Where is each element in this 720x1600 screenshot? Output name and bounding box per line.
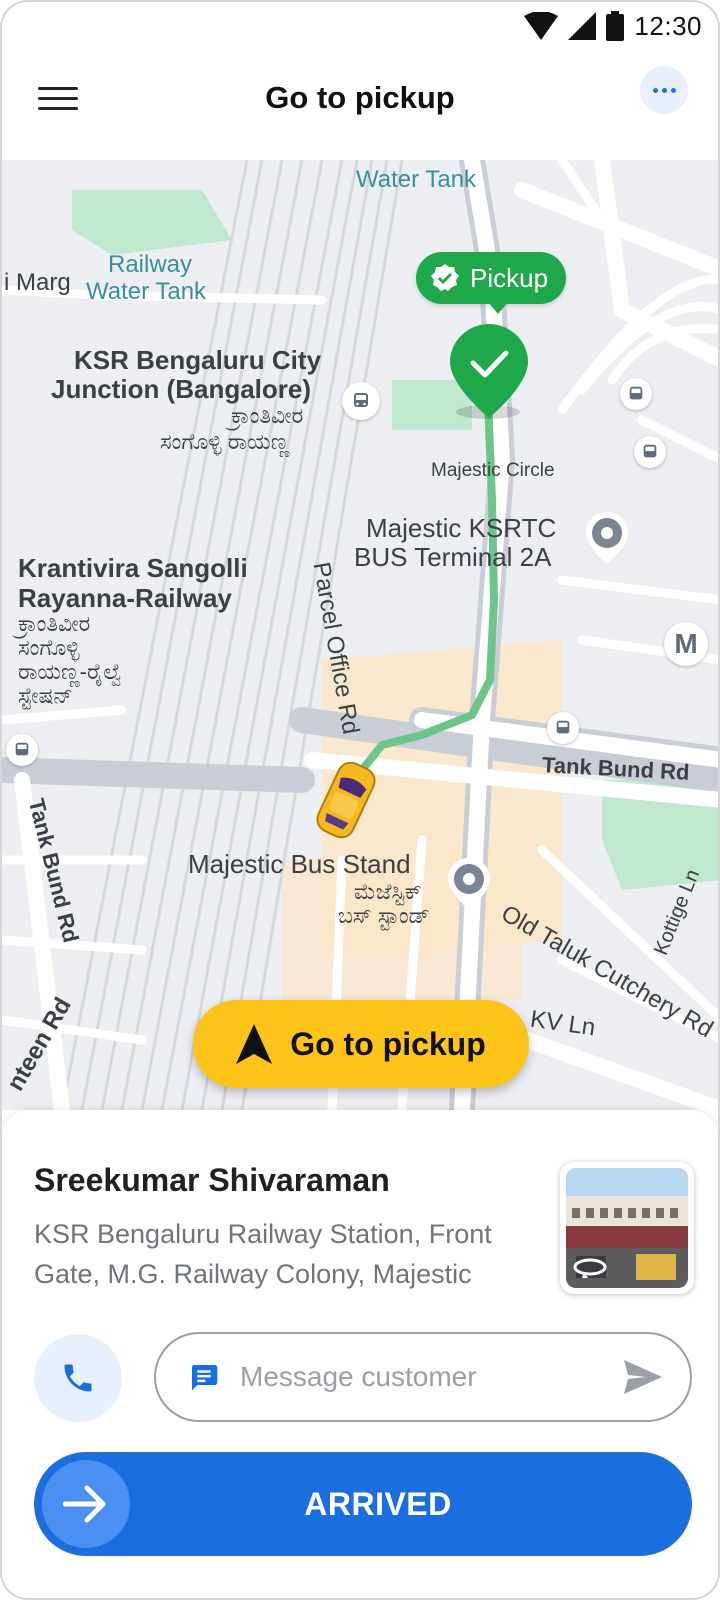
map-label: ಸ್ಟೇಷನ್: [18, 683, 73, 708]
pickup-chip-label: Pickup: [470, 262, 549, 293]
menu-icon-bar: [38, 106, 78, 110]
bus-icon[interactable]: [634, 436, 666, 468]
map-label: ಕ್ರಾಂತಿವೀರ: [231, 403, 304, 428]
more-icon-dot: [652, 87, 658, 93]
arrived-label: ARRIVED: [304, 1486, 452, 1522]
go-to-pickup-button[interactable]: Go to pickup: [193, 1000, 529, 1088]
map-label: ಸಂಗೊಳ್ಳಿ: [18, 635, 80, 660]
place-icon[interactable]: [586, 512, 628, 564]
wifi-icon: [524, 12, 559, 40]
bus-icon[interactable]: [547, 712, 579, 744]
place-thumbnail[interactable]: [560, 1162, 694, 1294]
map-label: BUS Terminal 2A: [354, 542, 552, 572]
menu-icon-bar: [38, 96, 78, 100]
map-label: Majestic KSRTC: [366, 513, 557, 543]
map-label: Water Tank: [86, 278, 207, 305]
more-icon-dot: [670, 87, 676, 93]
status-time: 12:30: [634, 10, 702, 41]
page-title: Go to pickup: [265, 80, 455, 115]
bus-icon[interactable]: [342, 382, 380, 420]
pickup-pin[interactable]: [450, 324, 528, 418]
metro-label: M: [674, 628, 698, 659]
pickup-address: KSR Bengaluru Railway Station, Front Gat…: [34, 1219, 492, 1289]
pickup-chip[interactable]: Pickup: [416, 252, 567, 314]
trip-bottom-sheet: Sreekumar Shivaraman KSR Bengaluru Railw…: [2, 1110, 718, 1598]
bus-icon[interactable]: [620, 378, 652, 410]
phone-frame: 12:30 Go to pickup Water Tank Railway Wa…: [0, 0, 720, 1600]
signal-icon: [568, 12, 597, 40]
bus-icon[interactable]: [6, 734, 38, 766]
place-photo: [566, 1168, 688, 1288]
menu-icon-bar: [38, 86, 78, 90]
map-view[interactable]: Water Tank Railway Water Tank i Marg KSR…: [2, 160, 718, 1110]
message-customer-field[interactable]: [154, 1332, 692, 1422]
menu-button[interactable]: [38, 78, 78, 118]
map-label: ಸಂಗೊಳ್ಳಿ ರಾಯಣ್ಣ: [160, 429, 290, 454]
message-input[interactable]: [240, 1361, 624, 1393]
call-customer-button[interactable]: [34, 1334, 122, 1422]
phone-icon: [64, 1364, 92, 1392]
arrived-slider-button[interactable]: ARRIVED: [34, 1452, 692, 1556]
navigation-arrow-icon: [236, 1024, 273, 1064]
map-label: Railway: [108, 251, 193, 278]
battery-icon: [606, 11, 625, 41]
go-to-pickup-label: Go to pickup: [290, 1025, 486, 1062]
customer-name: Sreekumar Shivaraman: [34, 1162, 390, 1198]
app-header: Go to pickup: [2, 50, 718, 160]
more-options-button[interactable]: [640, 66, 688, 114]
map-label: Majestic Bus Stand: [188, 849, 411, 879]
map-label: Krantivira Sangolli: [18, 553, 248, 583]
map-label: KSR Bengaluru City: [74, 345, 322, 375]
map-label: ಮೆಜೆಸ್ಟಿಕ್: [354, 879, 422, 904]
map-label: Junction (Bangalore): [51, 374, 312, 404]
map-label: ಕ್ರಾಂತಿವೀರ: [18, 611, 91, 636]
metro-icon[interactable]: M: [664, 622, 708, 666]
map-label: Rayanna-Railway: [18, 583, 232, 613]
map-label: ಬಸ್ ಸ್ಟಾಂಡ್: [338, 903, 430, 928]
more-icon-dot: [661, 87, 667, 93]
message-icon: [192, 1365, 218, 1391]
street-view-icon: [573, 1258, 607, 1278]
map-label: i Marg: [4, 269, 71, 296]
status-bar: 12:30: [2, 2, 718, 50]
map-label: Water Tank: [356, 166, 477, 193]
map-label: Majestic Circle: [431, 460, 555, 481]
place-icon[interactable]: [448, 858, 490, 910]
send-icon[interactable]: [624, 1360, 662, 1394]
verified-check-icon: [431, 264, 459, 291]
map-label: ರಾಯಣ್ಣ-ರೈಲ್ವೆ: [18, 659, 123, 684]
